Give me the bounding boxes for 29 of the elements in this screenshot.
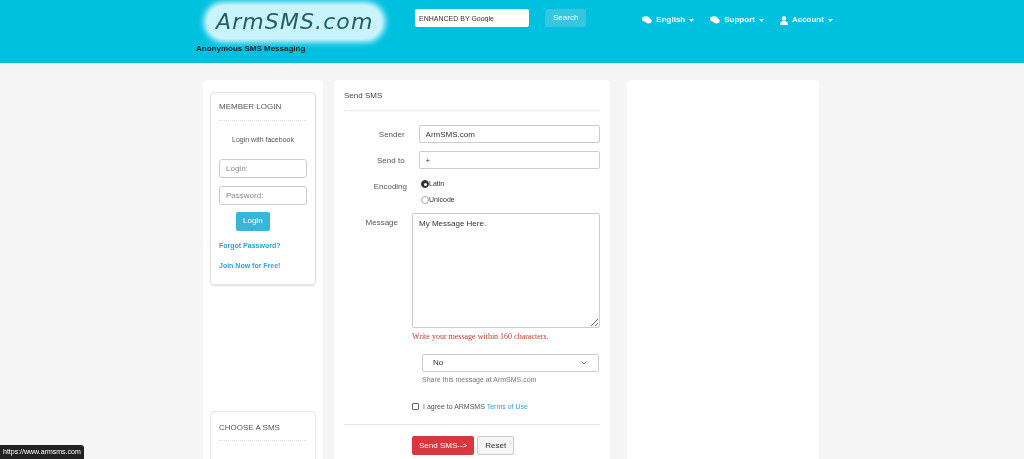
caret-icon xyxy=(689,18,695,22)
field-label: Sender xyxy=(377,129,406,141)
user-icon xyxy=(779,15,788,25)
tagline: Anonymous SMS Messaging xyxy=(196,43,307,55)
radio-button[interactable] xyxy=(421,180,429,189)
send-button[interactable]: Send SMS--> xyxy=(412,436,475,455)
caret-icon xyxy=(827,18,833,22)
card-title: Send SMS xyxy=(344,90,600,111)
field-label: Encoding xyxy=(372,181,408,193)
login-field[interactable]: Login: xyxy=(219,158,307,178)
login-field[interactable]: Password: xyxy=(219,185,307,205)
message-field[interactable]: My Message Here. xyxy=(412,213,600,328)
warning-text: Write your message within 160 characters. xyxy=(412,331,550,343)
sender-field[interactable]: ArmSMS.com xyxy=(418,125,600,143)
field-label: Send to xyxy=(376,155,406,167)
card-title: CHOOSE A SMS xyxy=(219,421,307,441)
radio-button[interactable] xyxy=(421,195,429,204)
reset-button[interactable]: Reset xyxy=(477,436,515,455)
chat-icon xyxy=(710,16,721,24)
chevron-icon xyxy=(580,359,588,367)
site-logo[interactable]: ArmSMS.com xyxy=(208,6,382,38)
share-select[interactable]: No xyxy=(422,354,599,372)
field-label: Message xyxy=(364,217,399,229)
send-to-field[interactable]: + xyxy=(418,151,600,169)
agree-checkbox[interactable] xyxy=(412,403,419,411)
card-title: MEMBER LOGIN xyxy=(219,101,307,121)
chat-icon xyxy=(642,16,653,24)
caret-icon xyxy=(758,18,764,22)
login-button[interactable]: Login xyxy=(236,211,270,231)
